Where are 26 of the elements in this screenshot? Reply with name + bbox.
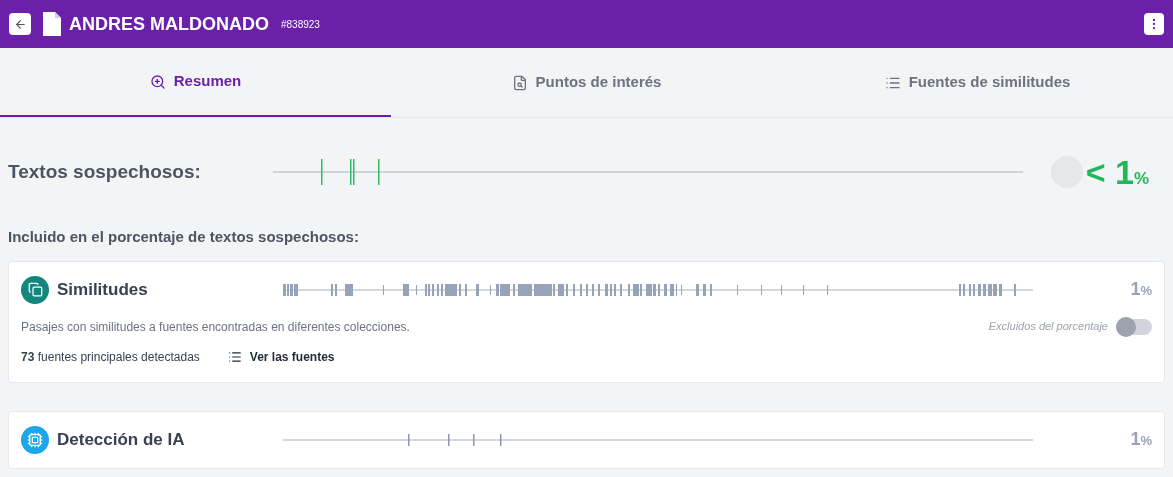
suspicious-label: Textos sospechosos: (8, 159, 202, 184)
card-title: Similitudes (57, 278, 148, 301)
back-button[interactable] (9, 13, 31, 35)
toggle-label: Excluidos del porcentaje (988, 319, 1108, 335)
copy-icon (21, 275, 49, 304)
more-menu-button[interactable] (1144, 13, 1164, 35)
suspicious-percentage: < 1% (1085, 151, 1149, 193)
card-percentage: 1% (1130, 278, 1152, 301)
document-id: #838923 (281, 17, 320, 32)
list-icon (227, 349, 242, 364)
word-file-icon (43, 12, 61, 36)
card-description: Pasajes con similitudes a fuentes encontradas en diferentes colecciones. (21, 318, 410, 336)
chip-icon (21, 425, 49, 454)
sources-count: 73 fuentes principales detectadas (21, 348, 200, 366)
view-sources-link[interactable]: Ver las fuentes (227, 347, 335, 366)
tab[interactable]: Fuentes de similitudes (782, 48, 1173, 117)
document-title: ANDRES MALDONADO (69, 12, 269, 36)
tab[interactable]: Resumen (0, 48, 391, 117)
zoom-icon (149, 73, 166, 90)
tab[interactable]: Puntos de interés (391, 48, 782, 117)
card-title: Detección de IA (57, 428, 185, 451)
card-percentage: 1% (1130, 428, 1152, 451)
document-search-icon (511, 74, 528, 91)
back-arrow-icon (13, 17, 27, 31)
section-label: Incluido en el porcentaje de textos sospechosos: (7, 227, 360, 247)
exclude-toggle[interactable] (1116, 318, 1152, 335)
